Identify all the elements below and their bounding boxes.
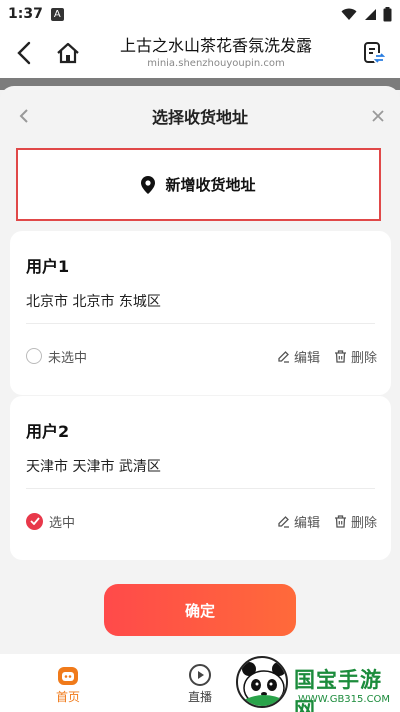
select-radio[interactable]: 选中 — [26, 512, 75, 531]
address-sheet: 选择收货地址 新增收货地址 用户1 北京市 北京市 东城区 未选中 编辑 删除 … — [0, 86, 400, 654]
delete-label: 删除 — [350, 515, 377, 531]
add-address-label: 新增收货地址 — [165, 176, 256, 194]
switch-app-button[interactable] — [348, 28, 400, 78]
status-icons — [341, 6, 392, 22]
pencil-icon — [278, 515, 289, 528]
wifi-icon — [341, 8, 357, 20]
sheet-close-button[interactable] — [366, 104, 390, 128]
radio-checked-icon — [26, 512, 43, 530]
battery-icon — [383, 6, 392, 21]
edit-button[interactable]: 编辑 — [277, 347, 320, 366]
back-button[interactable] — [0, 28, 48, 78]
header-titles: 上古之水山茶花香氛洗发露 minia.shenzhouyoupin.com — [88, 35, 348, 71]
page-title: 上古之水山茶花香氛洗发露 — [119, 36, 312, 55]
select-radio[interactable]: 未选中 — [26, 347, 87, 366]
tab-live[interactable]: 直播 — [170, 662, 230, 705]
edit-button[interactable]: 编辑 — [277, 512, 320, 531]
select-status-label: 未选中 — [48, 350, 88, 366]
home-icon — [57, 42, 79, 64]
card-divider — [26, 488, 375, 489]
delete-button[interactable]: 删除 — [334, 512, 377, 531]
document-swap-icon — [364, 42, 386, 63]
confirm-button[interactable]: 确定 — [104, 584, 296, 636]
home-button[interactable] — [48, 28, 88, 78]
location-pin-icon — [141, 175, 156, 194]
add-address-button[interactable]: 新增收货地址 — [16, 148, 381, 221]
panda-logo-icon — [236, 656, 288, 708]
watermark: 国宝手游网 WWW.GB315.COM — [232, 650, 400, 712]
card-divider — [26, 323, 375, 324]
address-region: 北京市 北京市 东城区 — [26, 294, 161, 310]
tab-live-label: 直播 — [187, 690, 212, 704]
edit-label: 编辑 — [293, 350, 320, 366]
status-time: 1:37 — [8, 6, 43, 22]
radio-unchecked-icon — [26, 348, 42, 364]
close-icon — [372, 110, 384, 122]
address-region: 天津市 天津市 武清区 — [26, 459, 161, 475]
trash-icon — [334, 514, 346, 528]
sheet-title: 选择收货地址 — [151, 108, 248, 127]
card-actions: 编辑 删除 — [277, 512, 377, 531]
signal-icon — [365, 8, 376, 20]
tab-home-label: 首页 — [55, 690, 80, 704]
sheet-header: 选择收货地址 — [0, 86, 400, 146]
watermark-url: WWW.GB315.COM — [298, 694, 391, 705]
select-status-label: 选中 — [49, 515, 76, 531]
home-bag-icon — [58, 667, 78, 685]
browser-header: 上古之水山茶花香氛洗发露 minia.shenzhouyoupin.com — [0, 28, 400, 78]
trash-icon — [334, 349, 346, 363]
delete-label: 删除 — [350, 350, 377, 366]
address-card[interactable]: 用户1 北京市 北京市 东城区 未选中 编辑 删除 — [10, 231, 391, 395]
sheet-back-button[interactable] — [12, 104, 36, 128]
card-footer: 选中 编辑 删除 — [26, 508, 377, 534]
edit-label: 编辑 — [293, 515, 320, 531]
address-card[interactable]: 用户2 天津市 天津市 武清区 选中 编辑 删除 — [10, 396, 391, 560]
page-url: minia.shenzhouyoupin.com — [147, 58, 285, 69]
chevron-left-icon — [19, 109, 28, 123]
notification-icon: A — [50, 7, 64, 21]
chevron-left-icon — [17, 41, 31, 65]
tab-home[interactable]: 首页 — [38, 662, 98, 705]
card-footer: 未选中 编辑 删除 — [26, 343, 377, 369]
delete-button[interactable]: 删除 — [334, 347, 377, 366]
pencil-icon — [278, 350, 289, 363]
play-icon — [189, 664, 211, 686]
status-bar: 1:37 A — [0, 0, 400, 28]
address-name: 用户2 — [26, 422, 70, 441]
address-name: 用户1 — [26, 257, 70, 276]
card-actions: 编辑 删除 — [277, 347, 377, 366]
